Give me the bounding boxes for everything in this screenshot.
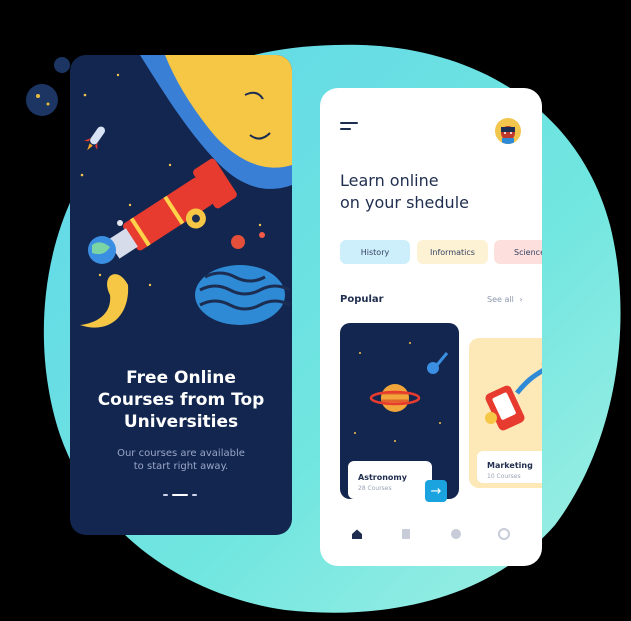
title-line: Courses from Top [97, 390, 265, 410]
section-title: Popular [340, 294, 384, 305]
course-title: Marketing [487, 461, 533, 470]
course-title: Astronomy [358, 473, 407, 482]
chip-informatics[interactable]: Informatics [417, 240, 488, 264]
chip-science[interactable]: Science [494, 240, 542, 264]
page-indicator[interactable] [163, 494, 199, 497]
title-line: Universities [123, 412, 239, 432]
menu-icon[interactable] [340, 122, 360, 132]
arrow-right-icon[interactable]: → [425, 480, 447, 502]
see-all-link[interactable]: See all › [487, 295, 523, 304]
subtitle-line: to start right away. [133, 461, 229, 472]
onboarding-screen: Free Online Courses from Top Universitie… [70, 55, 292, 535]
course-label-astronomy: Astronomy 28 Courses [348, 461, 432, 499]
onboarding-title: Free Online Courses from Top Universitie… [70, 367, 292, 433]
onboarding-subtitle: Our courses are available to start right… [90, 447, 272, 473]
headline-line: on your shedule [340, 193, 469, 212]
chip-history[interactable]: History [340, 240, 410, 264]
chat-icon[interactable] [450, 528, 462, 540]
page-title: Learn online on your shedule [340, 170, 520, 214]
document-icon[interactable] [400, 528, 412, 540]
headline-line: Learn online [340, 171, 439, 190]
course-count: 28 Courses [358, 485, 392, 492]
subtitle-line: Our courses are available [117, 448, 245, 459]
avatar[interactable] [495, 118, 521, 144]
space-illustration [80, 55, 292, 328]
course-count: 10 Courses [487, 473, 521, 480]
see-all-label: See all [487, 295, 514, 304]
home-icon[interactable] [351, 528, 363, 540]
course-label-marketing: Marketing 10 Courses [477, 451, 542, 483]
title-line: Free Online [126, 368, 236, 388]
settings-icon[interactable] [498, 528, 510, 540]
chevron-right-icon: › [519, 295, 523, 304]
home-screen: Learn online on your shedule History Inf… [320, 88, 542, 566]
